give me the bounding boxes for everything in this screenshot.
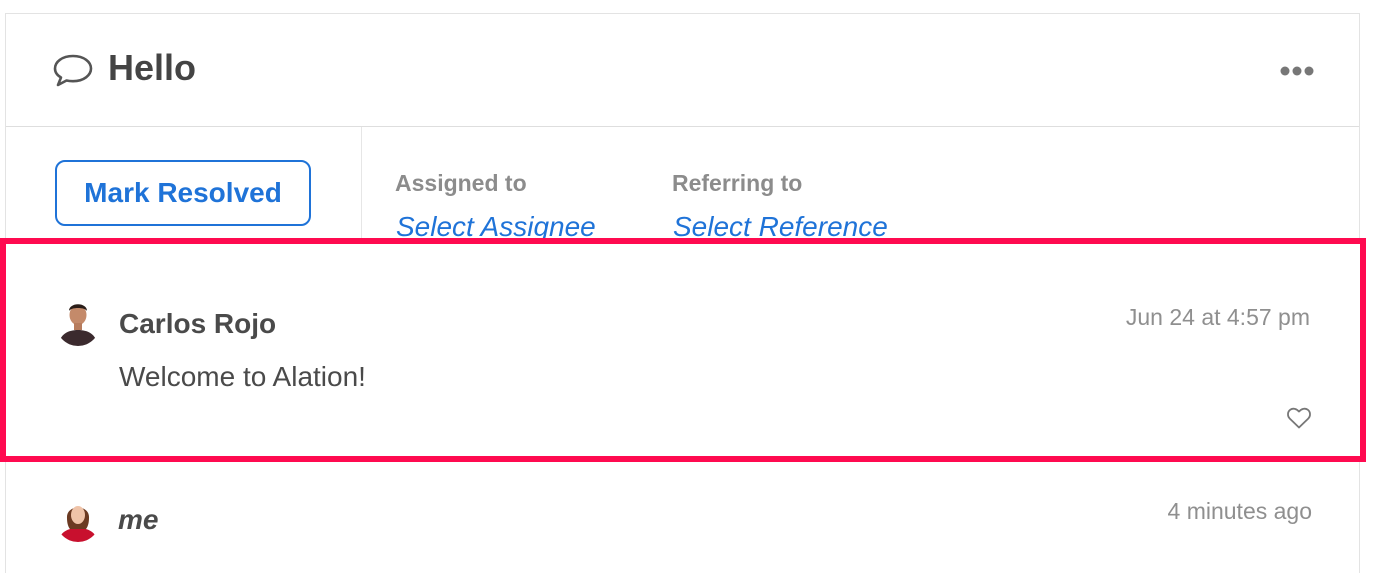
- mark-resolved-button[interactable]: Mark Resolved: [55, 160, 311, 226]
- comment-text: Welcome to Alation!: [119, 361, 366, 392]
- thread-title: Hello: [108, 47, 197, 88]
- thread-header: Hello: [6, 14, 1359, 127]
- more-options-icon[interactable]: [1279, 65, 1315, 77]
- comment-author[interactable]: Carlos Rojo: [119, 308, 276, 340]
- avatar: [56, 302, 100, 346]
- comment-timestamp: 4 minutes ago: [1167, 498, 1312, 524]
- heart-icon[interactable]: [1286, 406, 1312, 430]
- assigned-to-label: Assigned to: [395, 170, 527, 196]
- referring-to-label: Referring to: [672, 170, 803, 196]
- comment-author[interactable]: me: [118, 504, 158, 536]
- speech-bubble-icon: [53, 54, 93, 87]
- comment-item: Carlos Rojo Jun 24 at 4:57 pm Welcome to…: [0, 238, 1366, 462]
- comment-timestamp: Jun 24 at 4:57 pm: [1125, 304, 1310, 330]
- avatar: [56, 498, 100, 542]
